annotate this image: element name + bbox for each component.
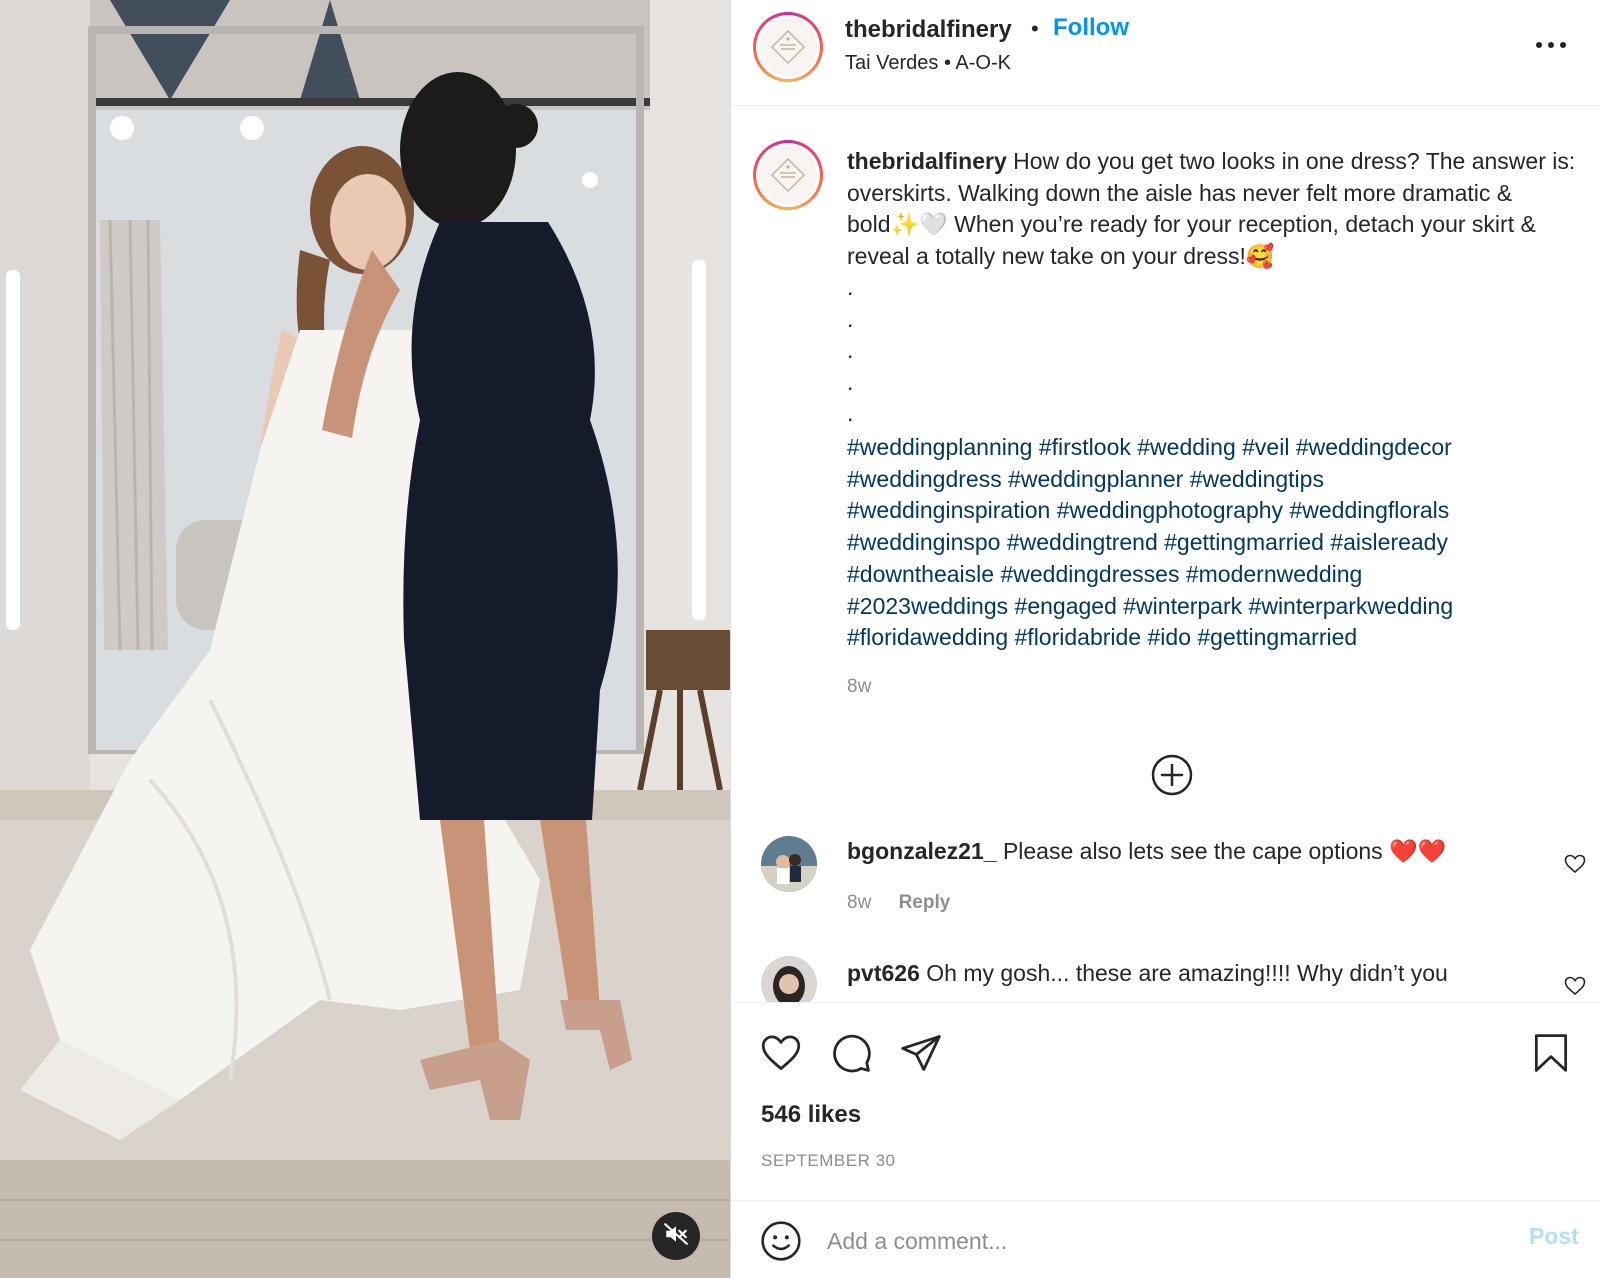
comment-meta: 8w Reply (847, 892, 950, 914)
hashtag-link[interactable]: #modernwedding (1186, 561, 1362, 587)
hashtag-link[interactable]: #weddingplanner (1008, 466, 1183, 492)
comment-button[interactable] (829, 1031, 873, 1075)
comment-body: bgonzalez21_ Please also lets see the ca… (847, 838, 1446, 865)
hashtag-link[interactable]: #winterpark (1123, 593, 1242, 619)
mute-toggle-button[interactable] (652, 1212, 700, 1260)
caption-dot: . (847, 368, 854, 395)
save-button[interactable] (1529, 1031, 1573, 1075)
hashtag-link[interactable]: #weddingtips (1190, 466, 1324, 492)
like-count[interactable]: 546 likes (761, 1101, 861, 1129)
more-horizontal-icon (1531, 42, 1571, 64)
post-date[interactable]: SEPTEMBER 30 (761, 1151, 896, 1171)
bookmark-icon (1529, 1034, 1573, 1079)
hashtag-list: #weddingplanning #firstlook #wedding #ve… (847, 432, 1577, 654)
hashtag-link[interactable]: #2023weddings (847, 593, 1008, 619)
comment-like-button[interactable] (1563, 974, 1587, 998)
audio-track-link[interactable]: Tai Verdes • A-O-K (845, 52, 1011, 75)
hashtag-link[interactable]: #floridawedding (847, 624, 1008, 650)
hashtag-link[interactable]: #weddingdresses (1000, 561, 1179, 587)
brand-logo-icon (759, 18, 817, 76)
comment-bubble-icon (829, 1034, 873, 1079)
speaker-muted-icon (663, 1221, 689, 1252)
caption-dot: . (847, 337, 854, 363)
commenter-avatar[interactable] (761, 956, 817, 1002)
caption-username[interactable]: thebridalfinery (847, 148, 1007, 174)
paper-plane-icon (899, 1035, 943, 1079)
video-frame-illustration (0, 0, 730, 1278)
hashtag-link[interactable]: #wedding (1137, 434, 1235, 460)
caption-author-avatar[interactable] (753, 140, 823, 210)
hashtag-link[interactable]: #weddinginspo (847, 529, 1000, 555)
comment-input[interactable] (827, 1221, 1487, 1261)
post-caption: thebridalfinery How do you get two looks… (847, 146, 1577, 430)
commenter-avatar[interactable] (761, 836, 817, 892)
commenter-username[interactable]: bgonzalez21_ (847, 838, 997, 864)
hashtag-link[interactable]: #floridabride (1015, 624, 1142, 650)
post-actions: 546 likes SEPTEMBER 30 (731, 1002, 1600, 1202)
brand-logo-icon (759, 146, 817, 204)
heart-icon (759, 1035, 803, 1079)
comment-item: bgonzalez21_ Please also lets see the ca… (731, 826, 1600, 936)
like-button[interactable] (759, 1031, 803, 1075)
smiley-icon (759, 1221, 803, 1267)
post-header: thebridalfinery • Follow Tai Verdes • A-… (731, 0, 1600, 106)
commenter-username[interactable]: pvt626 (847, 960, 920, 986)
hashtag-link[interactable]: #gettingmarried (1164, 529, 1324, 555)
load-more-comments-button[interactable] (1149, 752, 1195, 798)
comment-composer: Post (731, 1200, 1600, 1278)
comment-body: pvt626 Oh my gosh... these are amazing!!… (847, 960, 1448, 987)
separator-dot: • (1031, 16, 1039, 41)
hashtag-link[interactable]: #aisleready (1330, 529, 1448, 555)
hashtag-link[interactable]: #weddingtrend (1007, 529, 1158, 555)
comments-scroll-area[interactable]: thebridalfinery How do you get two looks… (731, 106, 1600, 1002)
comment-timestamp[interactable]: 8w (847, 892, 871, 913)
hashtag-link[interactable]: #veil (1242, 434, 1289, 460)
hashtag-link[interactable]: #downtheaisle (847, 561, 994, 587)
hashtag-link[interactable]: #weddingplanning (847, 434, 1032, 460)
reply-button[interactable]: Reply (899, 892, 951, 913)
hashtag-link[interactable]: #weddingflorals (1289, 497, 1449, 523)
hashtag-link[interactable]: #weddingphotography (1057, 497, 1283, 523)
author-username[interactable]: thebridalfinery (845, 16, 1012, 44)
author-avatar[interactable] (753, 12, 823, 82)
share-button[interactable] (899, 1031, 943, 1075)
hashtag-link[interactable]: #winterparkwedding (1249, 593, 1454, 619)
hashtag-link[interactable]: #firstlook (1039, 434, 1131, 460)
comment-item: pvt626 Oh my gosh... these are amazing!!… (731, 950, 1600, 1002)
heart-icon (1563, 854, 1587, 880)
caption-dot: . (847, 400, 854, 426)
hashtag-link[interactable]: #engaged (1015, 593, 1117, 619)
comment-like-button[interactable] (1563, 852, 1587, 876)
caption-timestamp[interactable]: 8w (847, 676, 871, 698)
caption-dot: . (847, 305, 854, 332)
hashtag-link[interactable]: #ido (1148, 624, 1191, 650)
comment-text: Please also lets see the cape options ❤️… (1002, 838, 1447, 864)
hashtag-link[interactable]: #weddinginspiration (847, 497, 1050, 523)
post-video[interactable] (0, 0, 730, 1278)
post-comment-button[interactable]: Post (1529, 1223, 1579, 1250)
hashtag-link[interactable]: #gettingmarried (1197, 624, 1357, 650)
plus-circle-icon (1149, 754, 1195, 802)
more-options-button[interactable] (1531, 30, 1571, 60)
comment-text: Oh my gosh... these are amazing!!!! Why … (926, 960, 1448, 986)
heart-icon (1563, 976, 1587, 1002)
follow-button[interactable]: Follow (1053, 14, 1129, 42)
hashtag-link[interactable]: #weddingdecor (1296, 434, 1452, 460)
caption-dot: . (847, 274, 854, 300)
hashtag-link[interactable]: #weddingdress (847, 466, 1002, 492)
post-details-panel: thebridalfinery • Follow Tai Verdes • A-… (730, 0, 1600, 1278)
emoji-picker-button[interactable] (759, 1219, 803, 1263)
